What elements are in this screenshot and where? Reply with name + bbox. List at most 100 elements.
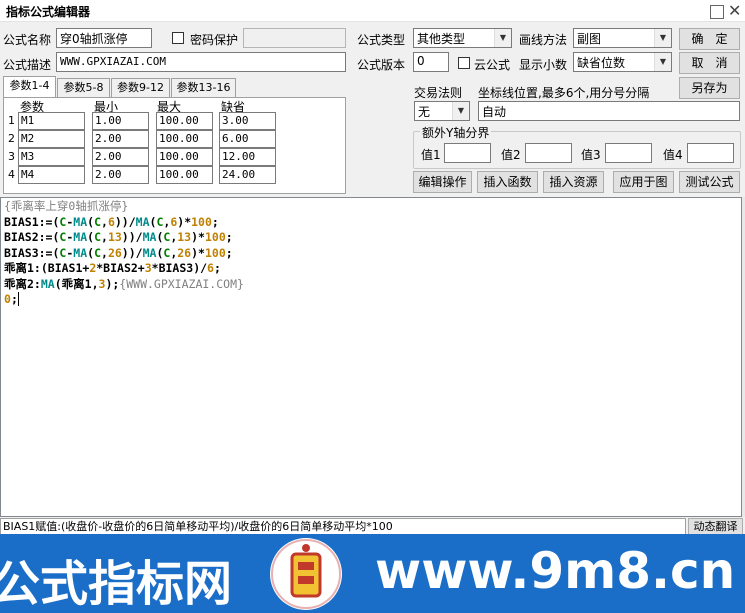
insert-function-button[interactable]: 插入函数 <box>477 171 538 193</box>
banner-right-text: www.9m8.cn <box>375 542 736 600</box>
code-token: {WWW.GPXIAZAI.COM} <box>119 276 244 291</box>
code-token: {乖离率上穿0轴抓涨停} <box>4 199 129 213</box>
param-max-input[interactable]: 100.00 <box>156 148 213 166</box>
cloud-formula-label: 云公式 <box>474 58 511 72</box>
draw-method-select[interactable]: 副图 ▼ <box>573 28 672 48</box>
formula-desc-input[interactable]: WWW.GPXIAZAI.COM <box>56 52 346 72</box>
code-line[interactable]: BIAS2:=(C-MA(C,13))/MA(C,13)*100; <box>4 230 244 246</box>
code-token: MA <box>135 214 150 229</box>
param-max-input[interactable]: 100.00 <box>156 166 213 184</box>
param-min-input[interactable]: 1.00 <box>92 112 149 130</box>
code-token: 26 <box>107 245 122 260</box>
formula-desc-label: 公式描述 <box>3 58 52 72</box>
y-value1-input[interactable] <box>444 143 491 163</box>
code-token: MA <box>73 230 88 244</box>
param-row-index: 2 <box>8 132 15 145</box>
param-name-input[interactable]: M3 <box>18 148 85 166</box>
axis-lines-input[interactable]: 自动 <box>478 101 740 121</box>
code-token: BIAS1:=( <box>4 214 60 229</box>
code-token: ))/ <box>121 245 143 260</box>
formula-code[interactable]: {乖离率上穿0轴抓涨停} BIAS1:=(C-MA(C,6))/MA(C,6)*1… <box>4 199 244 308</box>
y-value2-label: 值2 <box>501 148 521 162</box>
y-value3-input[interactable] <box>605 143 652 163</box>
axis-lines-label: 坐标线位置,最多6个,用分号分隔 <box>478 86 650 100</box>
tab-params-5-8[interactable]: 参数5-8 <box>57 78 110 98</box>
param-max-input[interactable]: 100.00 <box>156 112 213 130</box>
param-default-input[interactable]: 3.00 <box>219 112 276 130</box>
save-as-button[interactable]: 另存为 <box>679 77 740 99</box>
code-line[interactable]: {乖离率上穿0轴抓涨停} <box>4 199 244 215</box>
maximize-button[interactable] <box>710 5 724 19</box>
code-line[interactable]: 乖离1:(BIAS1+2*BIAS2+3*BIAS3)/6; <box>4 261 244 277</box>
password-input[interactable] <box>243 28 346 48</box>
formula-type-select[interactable]: 其他类型 ▼ <box>413 28 512 48</box>
formula-type-value: 其他类型 <box>417 32 466 46</box>
code-line[interactable]: 0; <box>4 292 244 308</box>
code-token: ; <box>225 230 233 244</box>
param-default-input[interactable]: 24.00 <box>219 166 276 184</box>
code-token: *BIAS2+ <box>96 261 145 275</box>
code-token: , <box>101 245 108 260</box>
code-token: 100 <box>204 245 226 260</box>
status-bar: BIAS1赋值:(收盘价-收盘价的6日简单移动平均)/收盘价的6日简单移动平均*… <box>0 518 686 535</box>
param-row-index: 1 <box>8 114 15 127</box>
cloud-formula-checkbox[interactable] <box>458 57 470 69</box>
yaxis-group-label: 额外Y轴分界 <box>420 124 492 141</box>
tab-params-9-12[interactable]: 参数9-12 <box>111 78 170 98</box>
param-min-input[interactable]: 2.00 <box>92 148 149 166</box>
param-min-input[interactable]: 2.00 <box>92 166 149 184</box>
code-token: ; <box>213 261 221 275</box>
param-default-input[interactable]: 12.00 <box>219 148 276 166</box>
chevron-down-icon: ▼ <box>654 29 671 47</box>
translate-button[interactable]: 动态翻译 <box>688 518 743 535</box>
code-token: C <box>94 214 101 229</box>
text-cursor <box>17 292 19 306</box>
apply-to-chart-button[interactable]: 应用于图 <box>613 171 674 193</box>
banner-left-text: 公式指标网 <box>0 556 233 612</box>
decimals-label: 显示小数 <box>519 58 568 72</box>
ok-button[interactable]: 确 定 <box>679 28 740 50</box>
test-formula-button[interactable]: 测试公式 <box>679 171 740 193</box>
y-value2-input[interactable] <box>525 143 572 163</box>
code-token: 6 <box>207 261 214 275</box>
code-token: MA <box>142 245 157 260</box>
watermark-banner: 公式指标网 www.9m8.cn <box>0 534 745 613</box>
trade-rule-select[interactable]: 无 ▼ <box>414 101 470 121</box>
edit-ops-button[interactable]: 编辑操作 <box>413 171 472 193</box>
code-token: 100 <box>204 230 226 244</box>
insert-resource-button[interactable]: 插入资源 <box>543 171 604 193</box>
param-max-input[interactable]: 100.00 <box>156 130 213 148</box>
code-token: 13 <box>177 230 192 244</box>
code-token: )* <box>191 245 205 260</box>
code-token: ; <box>10 292 18 306</box>
code-token: ; <box>225 245 233 260</box>
tab-params-13-16[interactable]: 参数13-16 <box>171 78 236 98</box>
param-name-input[interactable]: M1 <box>18 112 85 130</box>
cancel-button[interactable]: 取 消 <box>679 52 740 74</box>
param-min-input[interactable]: 2.00 <box>92 130 149 148</box>
version-input[interactable]: 0 <box>413 52 449 72</box>
password-label: 密码保护 <box>190 33 239 47</box>
code-token: )* <box>191 230 205 244</box>
password-checkbox[interactable] <box>172 32 184 44</box>
site-logo <box>268 536 344 612</box>
formula-editor[interactable]: {乖离率上穿0轴抓涨停} BIAS1:=(C-MA(C,6))/MA(C,6)*1… <box>0 197 742 517</box>
code-token: C <box>94 245 101 260</box>
code-token: 26 <box>177 245 192 260</box>
param-name-input[interactable]: M4 <box>18 166 85 184</box>
code-line[interactable]: 乖离2:MA(乖离1,3);{WWW.GPXIAZAI.COM} <box>4 277 244 293</box>
formula-name-input[interactable]: 穿0轴抓涨停 <box>56 28 152 48</box>
code-line[interactable]: BIAS1:=(C-MA(C,6))/MA(C,6)*100; <box>4 215 244 231</box>
tab-params-1-4[interactable]: 参数1-4 <box>3 76 56 98</box>
code-token: 0 <box>4 292 11 306</box>
code-line[interactable]: BIAS3:=(C-MA(C,26))/MA(C,26)*100; <box>4 246 244 262</box>
code-token: 100 <box>191 214 212 229</box>
param-name-input[interactable]: M2 <box>18 130 85 148</box>
y-value4-input[interactable] <box>687 143 734 163</box>
chevron-down-icon: ▼ <box>494 29 511 47</box>
close-icon[interactable]: ✕ <box>728 1 741 20</box>
y-value4-label: 值4 <box>663 148 683 162</box>
decimals-select[interactable]: 缺省位数 ▼ <box>573 52 672 72</box>
code-token: 6 <box>107 214 115 229</box>
param-default-input[interactable]: 6.00 <box>219 130 276 148</box>
